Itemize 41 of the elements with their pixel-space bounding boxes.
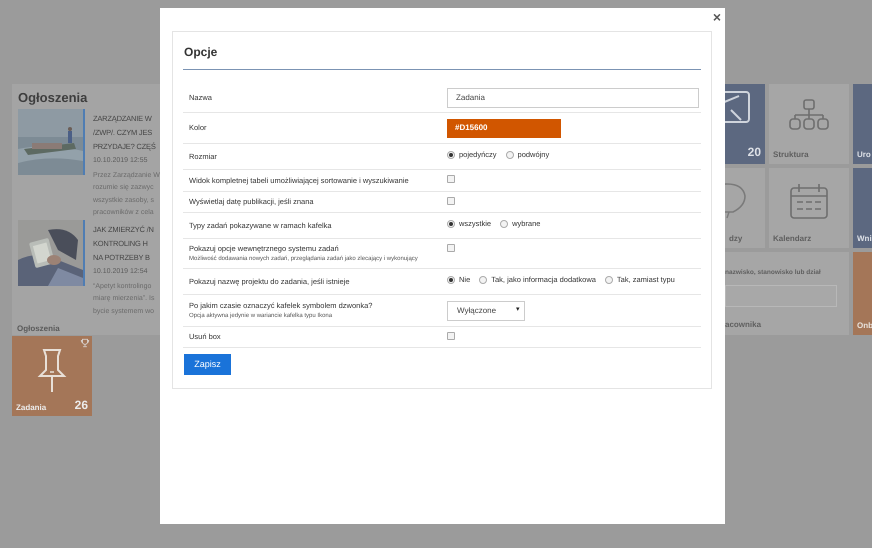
trophy-icon (80, 338, 90, 348)
tile[interactable]: dzy (725, 168, 765, 248)
org-chart-icon (789, 98, 829, 131)
tile-count: 20 (748, 144, 761, 161)
checkbox[interactable] (447, 175, 455, 183)
checkbox[interactable] (447, 332, 455, 340)
dropdown-value: Wyłączone (457, 304, 496, 316)
tile-count: 26 (74, 397, 88, 414)
search-field[interactable] (725, 284, 837, 307)
panel-footer: Ogłoszenia (17, 323, 160, 335)
radio-button[interactable] (506, 150, 514, 159)
save-button[interactable]: Zapisz (184, 354, 231, 375)
tile[interactable]: 20 (725, 84, 765, 164)
dialog-title: Opcje (183, 32, 701, 70)
widget-footer: acownika (725, 319, 837, 331)
tile-label: Struktura (773, 149, 809, 161)
tile-label: Uro (857, 149, 871, 161)
radio-button[interactable] (479, 276, 488, 284)
tile-label: Kalendarz (773, 233, 812, 245)
radio-button[interactable] (447, 150, 455, 159)
close-button[interactable]: × (712, 9, 721, 25)
tile-label: dzy (729, 233, 742, 245)
task-tile[interactable]: Zadania 26 (12, 336, 92, 416)
tile[interactable]: Uro (853, 84, 872, 164)
accent-bar (83, 220, 85, 286)
checkbox[interactable] (447, 244, 455, 252)
tile-label: Wni (857, 233, 872, 245)
accent-bar (83, 108, 85, 175)
radio-button[interactable] (500, 220, 508, 228)
radio-button[interactable] (447, 276, 455, 284)
text-field[interactable]: Zadania (447, 88, 699, 108)
checkbox[interactable] (447, 197, 455, 205)
tile-label: Zadania (16, 402, 46, 414)
tile[interactable]: Kalendarz (769, 168, 849, 248)
color-field[interactable]: #D15600 (447, 118, 561, 138)
radio-button[interactable] (447, 220, 455, 228)
radio-button[interactable] (604, 276, 613, 284)
tile[interactable]: Wni (853, 168, 872, 248)
tile[interactable]: Struktura (769, 84, 849, 164)
section-heading: Ogłoszenia (18, 90, 88, 107)
calendar-icon (789, 182, 829, 220)
